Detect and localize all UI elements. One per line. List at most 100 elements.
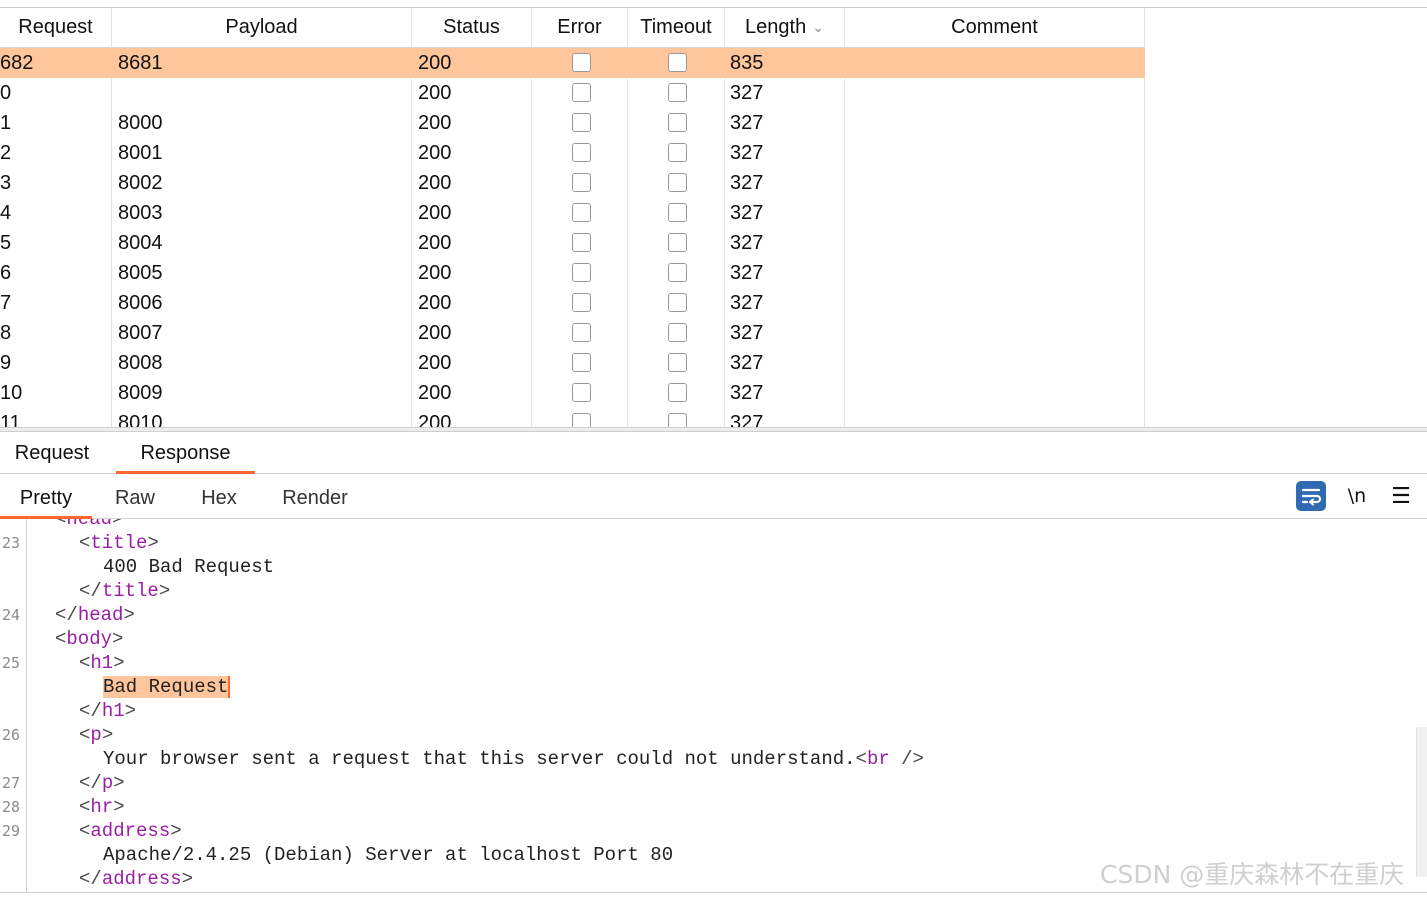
html-bracket: </ [55, 604, 78, 626]
cell-request: 10 [0, 382, 23, 404]
timeout-checkbox[interactable] [668, 233, 687, 252]
timeout-checkbox[interactable] [668, 353, 687, 372]
timeout-checkbox[interactable] [668, 53, 687, 72]
response-editor[interactable]: 23 24 25 26 27 28 29 <head> <title> 400 Bad Requ… [0, 519, 1427, 892]
line-number [0, 843, 20, 867]
error-checkbox[interactable] [572, 353, 591, 372]
error-checkbox[interactable] [572, 413, 591, 427]
table-row[interactable]: 2 8001 200 327 [0, 138, 1145, 168]
timeout-checkbox[interactable] [668, 143, 687, 162]
show-newlines-button[interactable]: \n [1345, 481, 1369, 511]
column-header-length[interactable]: Length ⌄ [725, 8, 845, 47]
html-bracket: < [79, 652, 91, 674]
timeout-checkbox[interactable] [668, 203, 687, 222]
cell-length: 835 [730, 52, 764, 74]
cell-length: 327 [730, 412, 764, 427]
tab-raw[interactable]: Raw [104, 474, 166, 518]
error-checkbox[interactable] [572, 143, 591, 162]
message-tabs: Request Response [0, 432, 1427, 474]
table-row[interactable]: 9 8008 200 327 [0, 348, 1145, 378]
tab-response[interactable]: Response [116, 432, 255, 474]
table-row[interactable]: 3 8002 200 327 [0, 168, 1145, 198]
column-header-timeout[interactable]: Timeout [628, 8, 725, 47]
error-checkbox[interactable] [572, 173, 591, 192]
html-bracket: > [112, 519, 124, 530]
timeout-checkbox[interactable] [668, 383, 687, 402]
code-line: <p> [79, 723, 113, 747]
tab-hex[interactable]: Hex [192, 474, 246, 518]
timeout-checkbox[interactable] [668, 263, 687, 282]
code-line: </title> [79, 579, 170, 603]
timeout-checkbox[interactable] [668, 323, 687, 342]
cell-request: 682 [0, 52, 34, 74]
cell-length: 327 [730, 232, 764, 254]
table-row[interactable]: 0 200 327 [0, 78, 1145, 108]
code-line: </h1> [79, 699, 136, 723]
timeout-checkbox[interactable] [668, 413, 687, 427]
table-row[interactable]: 1 8000 200 327 [0, 108, 1145, 138]
cell-request: 6 [0, 262, 12, 284]
error-checkbox[interactable] [572, 113, 591, 132]
cell-status: 200 [418, 82, 452, 104]
error-checkbox[interactable] [572, 383, 591, 402]
timeout-checkbox[interactable] [668, 293, 687, 312]
table-row[interactable]: 10 8009 200 327 [0, 378, 1145, 408]
line-number [0, 699, 20, 723]
error-checkbox[interactable] [572, 263, 591, 282]
html-bracket: < [79, 796, 91, 818]
cell-payload: 8001 [118, 142, 163, 164]
column-header-status[interactable]: Status [412, 8, 532, 47]
table-row[interactable]: 4 8003 200 327 [0, 198, 1145, 228]
timeout-checkbox[interactable] [668, 173, 687, 192]
line-number: 23 [1, 534, 20, 552]
line-number: 25 [1, 654, 20, 672]
cell-length: 327 [730, 352, 764, 374]
html-tag-name: hr [90, 796, 114, 818]
error-checkbox[interactable] [572, 53, 591, 72]
error-checkbox[interactable] [572, 233, 591, 252]
tab-request[interactable]: Request [0, 432, 104, 473]
word-wrap-button[interactable] [1296, 481, 1326, 511]
table-row[interactable]: 682 8681 200 835 [0, 48, 1145, 78]
line-number: 29 [1, 822, 20, 840]
column-header-length-label: Length [745, 16, 807, 38]
table-row[interactable]: 8 8007 200 327 [0, 318, 1145, 348]
table-row[interactable]: 11 8010 200 327 [0, 408, 1145, 427]
cell-payload: 8007 [118, 322, 163, 344]
cell-length: 327 [730, 202, 764, 224]
cell-payload: 8006 [118, 292, 163, 314]
html-bracket: < [855, 748, 867, 770]
vertical-scrollbar[interactable] [1416, 727, 1427, 877]
error-checkbox[interactable] [572, 203, 591, 222]
cell-length: 327 [730, 262, 764, 284]
cell-status: 200 [418, 352, 452, 374]
cell-status: 200 [418, 112, 452, 134]
error-checkbox[interactable] [572, 83, 591, 102]
column-header-request[interactable]: Request [0, 8, 112, 47]
column-header-payload[interactable]: Payload [112, 8, 412, 47]
timeout-checkbox[interactable] [668, 83, 687, 102]
text-content: Your browser sent a request that this se… [103, 748, 856, 770]
cell-request: 3 [0, 172, 12, 194]
tab-pretty[interactable]: Pretty [0, 474, 92, 519]
timeout-checkbox[interactable] [668, 113, 687, 132]
column-header-error[interactable]: Error [532, 8, 628, 47]
table-row[interactable]: 5 8004 200 327 [0, 228, 1145, 258]
code-line: 400 Bad Request [103, 555, 274, 579]
code-line: <h1> [79, 651, 125, 675]
cell-status: 200 [418, 142, 452, 164]
html-bracket: </ [79, 700, 102, 722]
error-checkbox[interactable] [572, 293, 591, 312]
menu-icon[interactable]: ☰ [1388, 481, 1414, 511]
error-checkbox[interactable] [572, 323, 591, 342]
cell-length: 327 [730, 172, 764, 194]
tab-render[interactable]: Render [272, 474, 358, 518]
html-bracket: </ [79, 868, 102, 890]
line-number: 26 [1, 726, 20, 744]
html-tag-name: head [66, 519, 113, 530]
column-header-comment[interactable]: Comment [845, 8, 1145, 47]
html-tag-name: address [101, 868, 182, 890]
table-row[interactable]: 6 8005 200 327 [0, 258, 1145, 288]
line-number [0, 747, 20, 771]
table-row[interactable]: 7 8006 200 327 [0, 288, 1145, 318]
